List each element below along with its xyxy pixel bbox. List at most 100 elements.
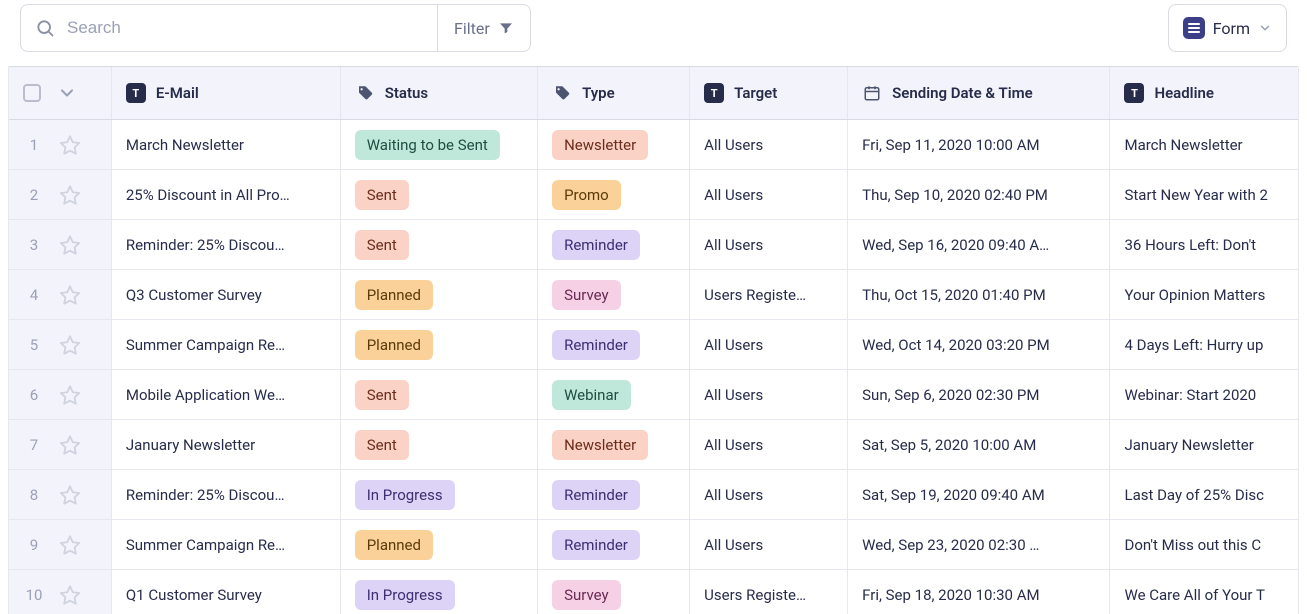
search-filter-group: Filter (20, 4, 531, 52)
star-icon[interactable] (59, 434, 81, 456)
header-target-label: Target (734, 84, 777, 102)
cell-status[interactable]: Planned (341, 320, 538, 369)
header-target[interactable]: T Target (690, 67, 848, 119)
cell-type[interactable]: Reminder (538, 520, 690, 569)
table-row[interactable]: 10Q1 Customer SurveyIn ProgressSurveyUse… (9, 570, 1298, 614)
cell-headline[interactable]: January Newsletter (1110, 420, 1298, 469)
table-row[interactable]: 4Q3 Customer SurveyPlannedSurveyUsers Re… (9, 270, 1298, 320)
cell-email[interactable]: 25% Discount in All Pro… (112, 170, 341, 219)
star-icon[interactable] (59, 284, 81, 306)
cell-email[interactable]: Q3 Customer Survey (112, 270, 341, 319)
header-type[interactable]: Type (538, 67, 690, 119)
cell-type[interactable]: Survey (538, 270, 690, 319)
table-row[interactable]: 5Summer Campaign Re…PlannedReminderAll U… (9, 320, 1298, 370)
cell-date[interactable]: Sat, Sep 19, 2020 09:40 AM (848, 470, 1110, 519)
header-date[interactable]: Sending Date & Time (848, 67, 1110, 119)
star-icon[interactable] (59, 234, 81, 256)
cell-type[interactable]: Survey (538, 570, 690, 614)
cell-target[interactable]: All Users (690, 170, 848, 219)
cell-headline[interactable]: We Care All of Your T (1110, 570, 1298, 614)
table-row[interactable]: 9Summer Campaign Re…PlannedReminderAll U… (9, 520, 1298, 570)
cell-status[interactable]: Sent (341, 220, 538, 269)
search-input[interactable] (65, 17, 423, 39)
view-switch-button[interactable]: Form (1168, 4, 1287, 52)
chevron-down-icon (1258, 21, 1272, 35)
cell-type[interactable]: Webinar (538, 370, 690, 419)
cell-headline[interactable]: 36 Hours Left: Don't (1110, 220, 1298, 269)
star-icon[interactable] (59, 584, 81, 606)
cell-status[interactable]: Sent (341, 370, 538, 419)
cell-date[interactable]: Wed, Sep 23, 2020 02:30 … (848, 520, 1110, 569)
cell-type[interactable]: Reminder (538, 220, 690, 269)
cell-type[interactable]: Reminder (538, 320, 690, 369)
cell-headline[interactable]: Last Day of 25% Disc (1110, 470, 1298, 519)
cell-target-text: All Users (704, 336, 763, 354)
cell-headline[interactable]: 4 Days Left: Hurry up (1110, 320, 1298, 369)
cell-email[interactable]: Reminder: 25% Discou… (112, 220, 341, 269)
cell-target[interactable]: All Users (690, 220, 848, 269)
cell-email[interactable]: Reminder: 25% Discou… (112, 470, 341, 519)
cell-target[interactable]: All Users (690, 470, 848, 519)
cell-date[interactable]: Wed, Oct 14, 2020 03:20 PM (848, 320, 1110, 369)
cell-date[interactable]: Sun, Sep 6, 2020 02:30 PM (848, 370, 1110, 419)
cell-headline-text: Webinar: Start 2020 (1124, 386, 1256, 404)
star-icon[interactable] (59, 134, 81, 156)
header-email[interactable]: T E-Mail (112, 67, 341, 119)
cell-target[interactable]: All Users (690, 320, 848, 369)
cell-email[interactable]: March Newsletter (112, 120, 341, 169)
star-icon[interactable] (59, 484, 81, 506)
star-icon[interactable] (59, 534, 81, 556)
cell-headline[interactable]: Webinar: Start 2020 (1110, 370, 1298, 419)
cell-status[interactable]: In Progress (341, 470, 538, 519)
star-icon[interactable] (59, 184, 81, 206)
cell-status[interactable]: Sent (341, 420, 538, 469)
header-status[interactable]: Status (341, 67, 538, 119)
cell-status[interactable]: Planned (341, 270, 538, 319)
cell-type[interactable]: Newsletter (538, 420, 690, 469)
cell-status[interactable]: Waiting to be Sent (341, 120, 538, 169)
cell-email[interactable]: Mobile Application We… (112, 370, 341, 419)
cell-date[interactable]: Sat, Sep 5, 2020 10:00 AM (848, 420, 1110, 469)
cell-type[interactable]: Promo (538, 170, 690, 219)
table-row[interactable]: 7January NewsletterSentNewsletterAll Use… (9, 420, 1298, 470)
cell-target[interactable]: Users Registe… (690, 270, 848, 319)
header-row: T E-Mail Status Type T Target Sending Da… (9, 67, 1298, 120)
table-row[interactable]: 1March NewsletterWaiting to be SentNewsl… (9, 120, 1298, 170)
table-row[interactable]: 8Reminder: 25% Discou…In ProgressReminde… (9, 470, 1298, 520)
table-row[interactable]: 225% Discount in All Pro…SentPromoAll Us… (9, 170, 1298, 220)
cell-date[interactable]: Fri, Sep 18, 2020 10:30 AM (848, 570, 1110, 614)
cell-status[interactable]: Planned (341, 520, 538, 569)
cell-target[interactable]: Users Registe… (690, 570, 848, 614)
cell-email[interactable]: Q1 Customer Survey (112, 570, 341, 614)
cell-email[interactable]: Summer Campaign Re… (112, 320, 341, 369)
table-row[interactable]: 3Reminder: 25% Discou…SentReminderAll Us… (9, 220, 1298, 270)
cell-email[interactable]: Summer Campaign Re… (112, 520, 341, 569)
search-box[interactable] (21, 5, 437, 51)
cell-target[interactable]: All Users (690, 370, 848, 419)
cell-date[interactable]: Wed, Sep 16, 2020 09:40 A… (848, 220, 1110, 269)
filter-button[interactable]: Filter (437, 5, 530, 51)
cell-date[interactable]: Thu, Oct 15, 2020 01:40 PM (848, 270, 1110, 319)
cell-type[interactable]: Reminder (538, 470, 690, 519)
cell-status[interactable]: Sent (341, 170, 538, 219)
cell-date[interactable]: Fri, Sep 11, 2020 10:00 AM (848, 120, 1110, 169)
cell-target[interactable]: All Users (690, 520, 848, 569)
cell-type[interactable]: Newsletter (538, 120, 690, 169)
cell-headline[interactable]: Your Opinion Matters (1110, 270, 1298, 319)
cell-email[interactable]: January Newsletter (112, 420, 341, 469)
cell-target[interactable]: All Users (690, 120, 848, 169)
expand-all-chevron-icon[interactable] (57, 83, 77, 103)
star-icon[interactable] (59, 334, 81, 356)
header-date-label: Sending Date & Time (892, 84, 1033, 102)
cell-date[interactable]: Thu, Sep 10, 2020 02:40 PM (848, 170, 1110, 219)
cell-headline-text: Don't Miss out this C (1124, 536, 1261, 554)
cell-status[interactable]: In Progress (341, 570, 538, 614)
cell-headline[interactable]: Start New Year with 2 (1110, 170, 1298, 219)
cell-target[interactable]: All Users (690, 420, 848, 469)
select-all-checkbox[interactable] (23, 84, 41, 102)
star-icon[interactable] (59, 384, 81, 406)
header-headline[interactable]: T Headline (1110, 67, 1298, 119)
cell-headline[interactable]: March Newsletter (1110, 120, 1298, 169)
cell-headline[interactable]: Don't Miss out this C (1110, 520, 1298, 569)
table-row[interactable]: 6Mobile Application We…SentWebinarAll Us… (9, 370, 1298, 420)
